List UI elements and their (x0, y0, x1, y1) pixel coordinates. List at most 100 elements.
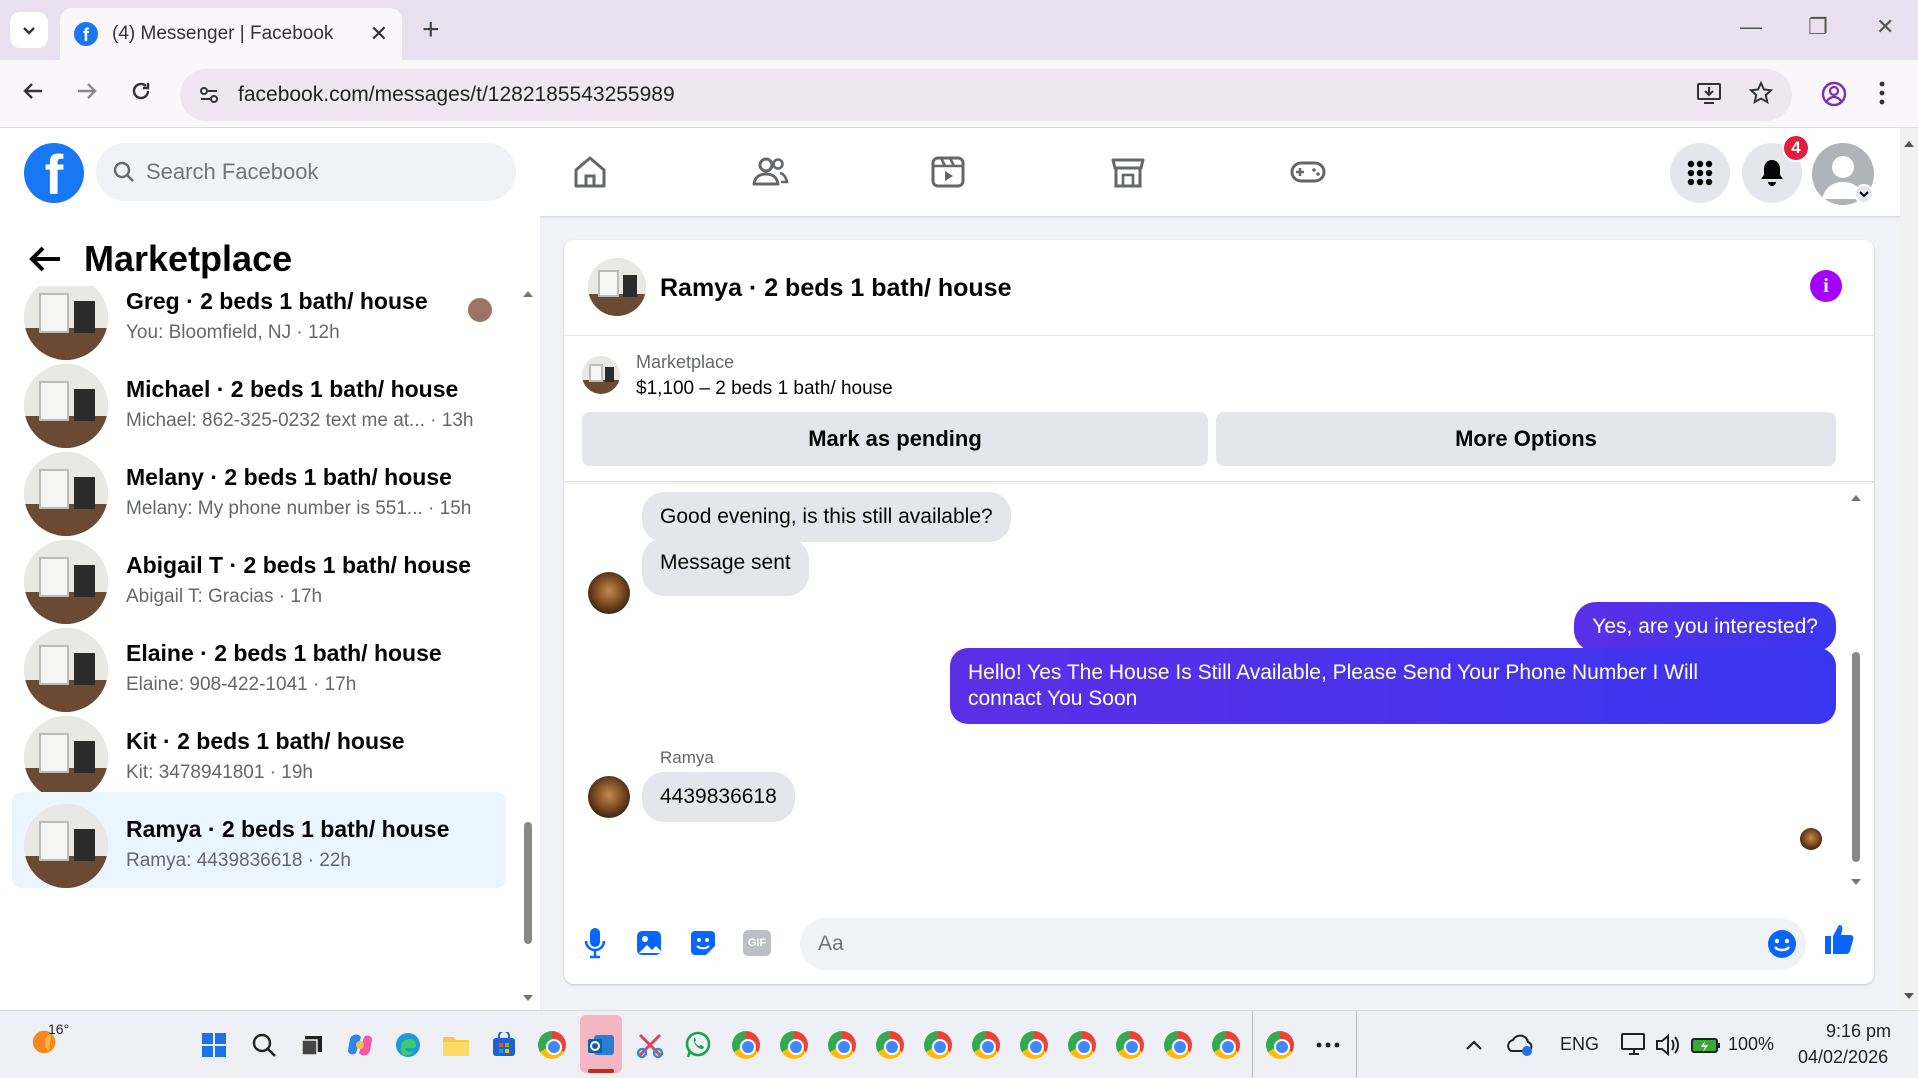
info-icon[interactable]: i (1810, 270, 1842, 302)
chrome-profile-icon[interactable] (730, 1029, 762, 1061)
site-info-icon[interactable] (198, 84, 220, 106)
copilot-icon[interactable] (344, 1029, 376, 1061)
language-indicator[interactable]: ENG (1560, 1034, 1599, 1055)
back-arrow-icon[interactable] (20, 78, 46, 110)
chat-scrollbar[interactable] (1848, 490, 1864, 890)
snipping-tool-icon[interactable] (634, 1029, 666, 1061)
install-app-icon[interactable] (1696, 80, 1722, 113)
taskbar-search-icon[interactable] (248, 1029, 280, 1061)
onedrive-icon[interactable] (1504, 1029, 1536, 1061)
facebook-search[interactable] (96, 143, 516, 201)
scroll-up-icon[interactable] (520, 286, 536, 302)
more-apps-icon[interactable] (1312, 1029, 1344, 1061)
nav-video[interactable] (920, 146, 976, 198)
scroll-up-icon[interactable] (1900, 134, 1918, 154)
new-tab-button[interactable]: + (422, 14, 440, 46)
page-scrollbar[interactable] (1900, 128, 1918, 1010)
chrome-icon[interactable] (536, 1029, 568, 1061)
chrome-profile-icon[interactable] (1114, 1029, 1146, 1061)
battery-icon[interactable] (1690, 1029, 1722, 1061)
conversation-scrollbar[interactable] (520, 286, 536, 1006)
menu-button[interactable] (1670, 143, 1730, 203)
account-chevron-icon[interactable] (1854, 184, 1874, 204)
browser-tab-active[interactable]: f (4) Messenger | Facebook ✕ (60, 8, 402, 60)
tab-title: (4) Messenger | Facebook (112, 23, 334, 44)
conversation-item[interactable]: Melany · 2 beds 1 bath/ house Melany: My… (12, 440, 506, 536)
conversation-item[interactable]: Michael · 2 beds 1 bath/ house Michael: … (12, 352, 506, 448)
volume-icon[interactable] (1652, 1029, 1684, 1061)
chat-title[interactable]: Ramya · 2 beds 1 bath/ house (660, 274, 1012, 303)
conversation-item[interactable]: Elaine · 2 beds 1 bath/ house Elaine: 90… (12, 616, 506, 712)
store-icon[interactable] (488, 1029, 520, 1061)
scrollbar-thumb[interactable] (524, 822, 532, 944)
conversation-item[interactable]: Kit · 2 beds 1 bath/ house Kit: 34789418… (12, 704, 506, 800)
like-icon[interactable] (1822, 922, 1856, 956)
nav-gaming[interactable] (1280, 146, 1336, 198)
scrollbar-thumb[interactable] (1852, 652, 1860, 862)
bookmark-star-icon[interactable] (1748, 80, 1774, 113)
message-bubble-outgoing[interactable]: Yes, are you interested? (1574, 602, 1836, 652)
more-options-button[interactable]: More Options (1216, 412, 1836, 466)
microphone-icon[interactable] (578, 926, 612, 960)
edge-browser-icon[interactable] (392, 1029, 424, 1061)
nav-home[interactable] (562, 146, 618, 198)
profile-icon[interactable] (1820, 80, 1848, 115)
message-input-box[interactable] (800, 918, 1806, 970)
browser-menu-icon[interactable] (1878, 80, 1886, 113)
tab-close-icon[interactable]: ✕ (370, 21, 388, 47)
search-input[interactable] (146, 159, 486, 185)
tab-search-button[interactable] (10, 12, 48, 48)
gif-icon[interactable]: GIF (740, 926, 774, 960)
chrome-profile-icon[interactable] (1162, 1029, 1194, 1061)
back-arrow-icon[interactable] (28, 244, 62, 274)
message-bubble-incoming[interactable]: Message sent (642, 538, 809, 596)
sender-avatar[interactable] (588, 776, 630, 818)
whatsapp-icon[interactable] (682, 1029, 714, 1061)
windows-start-icon[interactable] (198, 1029, 230, 1061)
restore-button[interactable]: ❐ (1808, 14, 1828, 40)
mark-as-pending-button[interactable]: Mark as pending (582, 412, 1208, 466)
message-bubble-incoming[interactable]: 4439836618 (642, 772, 795, 822)
network-icon[interactable] (1618, 1029, 1650, 1061)
outlook-button-active[interactable] (580, 1015, 622, 1073)
chrome-profile-icon[interactable] (1264, 1029, 1296, 1061)
close-window-button[interactable]: ✕ (1876, 14, 1894, 40)
scroll-down-icon[interactable] (520, 990, 536, 1006)
chrome-profile-icon[interactable] (922, 1029, 954, 1061)
message-bubble-outgoing[interactable]: Hello! Yes The House Is Still Available,… (950, 648, 1836, 724)
listing-thumbnail (582, 356, 620, 394)
photo-icon[interactable] (632, 926, 666, 960)
chrome-profile-icon[interactable] (1018, 1029, 1050, 1061)
emoji-icon[interactable] (1766, 928, 1798, 960)
nav-marketplace[interactable] (1100, 146, 1156, 198)
message-input[interactable] (818, 932, 1718, 956)
clock-time[interactable]: 9:16 pm (1826, 1021, 1891, 1042)
reload-icon[interactable] (128, 78, 154, 110)
scroll-up-icon[interactable] (1848, 490, 1864, 506)
conversation-item[interactable]: Abigail T · 2 beds 1 bath/ house Abigail… (12, 528, 506, 624)
clock-date[interactable]: 04/02/2026 (1798, 1047, 1888, 1068)
chrome-profile-icon[interactable] (778, 1029, 810, 1061)
forward-arrow-icon[interactable] (74, 78, 100, 110)
listing-thumbnail[interactable] (588, 258, 646, 316)
sticker-icon[interactable] (686, 926, 720, 960)
message-bubble-incoming[interactable]: Good evening, is this still available? (642, 492, 1011, 542)
minimize-button[interactable]: — (1740, 14, 1762, 40)
facebook-logo[interactable]: f (24, 143, 84, 203)
chrome-profile-icon[interactable] (826, 1029, 858, 1061)
scroll-down-icon[interactable] (1900, 986, 1918, 1006)
task-view-icon[interactable] (296, 1029, 328, 1061)
conversation-item[interactable]: Greg · 2 beds 1 bath/ house You: Bloomfi… (12, 286, 506, 360)
chrome-profile-icon[interactable] (970, 1029, 1002, 1061)
file-explorer-icon[interactable] (440, 1029, 472, 1061)
conversation-item-active[interactable]: Ramya · 2 beds 1 bath/ house Ramya: 4439… (12, 792, 506, 888)
scroll-down-icon[interactable] (1848, 874, 1864, 890)
nav-friends[interactable] (742, 146, 798, 198)
tray-chevron-up-icon[interactable] (1458, 1029, 1490, 1061)
chrome-profile-icon[interactable] (1210, 1029, 1242, 1061)
chrome-profile-icon[interactable] (1066, 1029, 1098, 1061)
address-bar[interactable]: facebook.com/messages/t/1282185543255989 (180, 69, 1792, 121)
chrome-profile-icon[interactable] (874, 1029, 906, 1061)
listing-price-title[interactable]: $1,100 – 2 beds 1 bath/ house (636, 378, 893, 400)
sender-avatar[interactable] (588, 572, 630, 614)
